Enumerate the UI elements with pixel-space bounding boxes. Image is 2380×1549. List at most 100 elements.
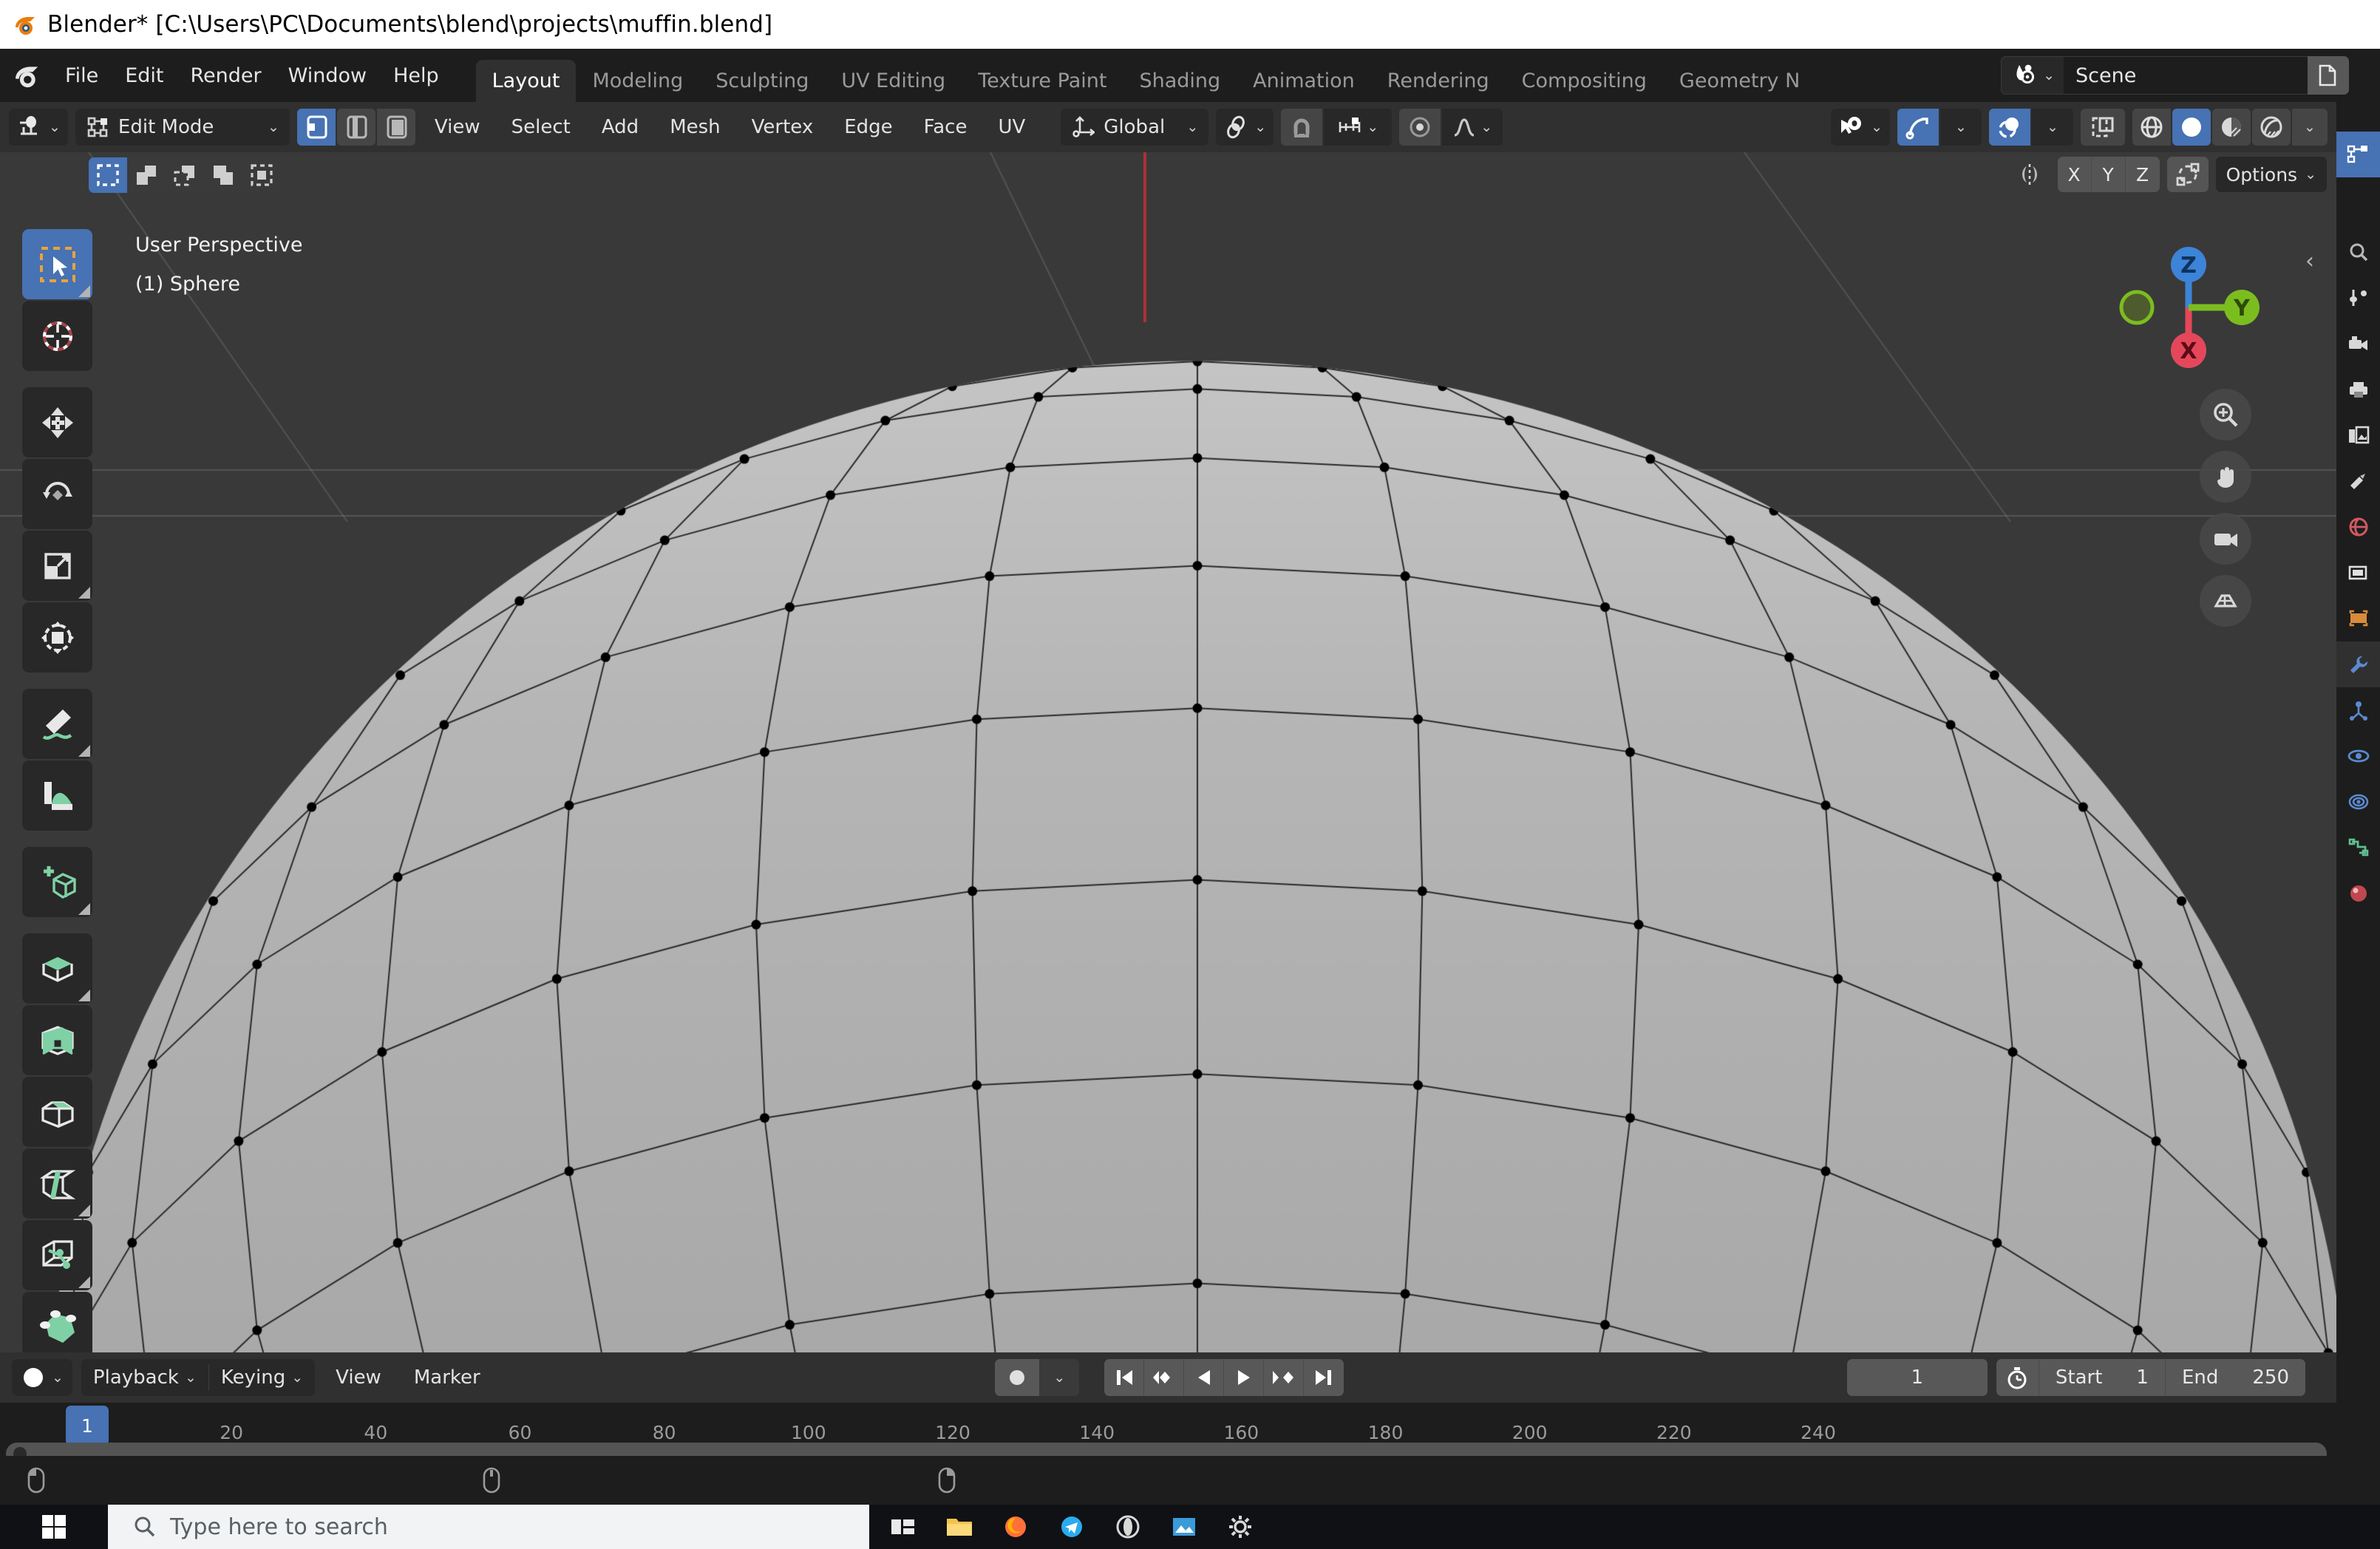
face-select-mode[interactable] (376, 109, 415, 146)
particles-tab[interactable] (2336, 687, 2380, 733)
shading-dropdown[interactable]: ⌄ (2292, 109, 2328, 146)
proportional-connected-icon[interactable] (2166, 157, 2209, 192)
menu-help[interactable]: Help (380, 56, 452, 95)
vp-menu-mesh[interactable]: Mesh (658, 116, 732, 138)
gizmo-dropdown[interactable]: ⌄ (1940, 109, 1982, 146)
zoom-view-icon[interactable] (2200, 389, 2251, 440)
move-tool[interactable] (22, 387, 92, 457)
solid-shading-button[interactable] (2172, 109, 2211, 146)
tab-uv-editing[interactable]: UV Editing (825, 60, 962, 102)
vp-menu-add[interactable]: Add (590, 116, 650, 138)
render-tab[interactable] (2336, 321, 2380, 367)
timeline-menu-playback[interactable]: Playback ⌄ (81, 1359, 208, 1396)
scale-tool[interactable] (22, 531, 92, 601)
jump-to-next-keyframe-button[interactable] (1264, 1359, 1305, 1396)
file-explorer-icon[interactable] (931, 1505, 987, 1549)
jump-to-start-button[interactable] (1104, 1359, 1145, 1396)
jump-to-prev-keyframe-button[interactable] (1144, 1359, 1185, 1396)
opera-icon[interactable] (1100, 1505, 1156, 1549)
bevel-tool[interactable] (22, 1077, 92, 1147)
overlays-dropdown[interactable]: ⌄ (2032, 109, 2073, 146)
scene-name-input[interactable]: Scene (2064, 56, 2308, 95)
select-intersect-mode[interactable] (242, 157, 281, 193)
data-tab[interactable] (2336, 825, 2380, 871)
mesh-render-canvas[interactable] (0, 152, 2336, 1352)
view-layer-tab[interactable] (2336, 412, 2380, 458)
sidebar-toggle-arrow[interactable]: ‹ (2305, 248, 2314, 274)
timeline-menu-marker[interactable]: Marker (402, 1359, 492, 1396)
menu-file[interactable]: File (52, 56, 112, 95)
loop-cut-tool[interactable] (22, 1148, 92, 1219)
outliner-tab[interactable] (2336, 132, 2380, 177)
options-dropdown[interactable]: Options ⌄ (2215, 157, 2327, 192)
current-frame-field[interactable]: 1 (1846, 1359, 1988, 1396)
camera-view-icon[interactable] (2200, 513, 2251, 565)
tab-texture-paint[interactable]: Texture Paint (962, 60, 1123, 102)
snap-target-dropdown[interactable]: ⌄ (1324, 109, 1393, 146)
poly-build-tool[interactable] (22, 1292, 92, 1352)
auto-keying-dropdown[interactable]: ⌄ (1039, 1359, 1080, 1396)
proportional-editing-toggle[interactable] (1399, 109, 1441, 146)
new-scene-icon[interactable] (2308, 56, 2349, 95)
mirror-axis-x[interactable]: X (2058, 157, 2092, 192)
search-properties[interactable] (2336, 229, 2380, 275)
scene-browse-button[interactable]: ⌄ (2001, 56, 2064, 95)
interaction-mode-dropdown[interactable]: Edit Mode ⌄ (75, 109, 290, 146)
edge-select-mode[interactable] (336, 109, 375, 146)
mirror-icon[interactable] (2009, 157, 2050, 192)
tab-sculpting[interactable]: Sculpting (699, 60, 825, 102)
editor-type-button[interactable]: ⌄ (9, 109, 68, 146)
menu-edit[interactable]: Edit (112, 56, 177, 95)
scene-tab[interactable] (2336, 458, 2380, 504)
timeline-menu-view[interactable]: View (324, 1359, 393, 1396)
tab-layout[interactable]: Layout (475, 60, 577, 102)
object-tab[interactable] (2336, 596, 2380, 641)
vertex-select-mode[interactable] (296, 109, 336, 146)
toggle-perspective-icon[interactable] (2200, 575, 2251, 627)
tab-modeling[interactable]: Modeling (576, 60, 699, 102)
tab-geometry-nodes[interactable]: Geometry N (1663, 60, 1816, 102)
measure-tool[interactable] (22, 760, 92, 831)
cursor-tool[interactable] (22, 301, 92, 371)
pivot-point-dropdown[interactable]: ⌄ (1216, 109, 1274, 146)
play-button[interactable] (1224, 1359, 1265, 1396)
knife-tool[interactable] (22, 1220, 92, 1290)
telegram-icon[interactable] (1044, 1505, 1100, 1549)
mirror-axis-z[interactable]: Z (2126, 157, 2160, 192)
rotate-tool[interactable] (22, 459, 92, 529)
wireframe-shading-button[interactable] (2132, 109, 2171, 146)
extrude-region-tool[interactable] (22, 933, 92, 1004)
material-preview-shading-button[interactable] (2212, 109, 2251, 146)
select-subtract-mode[interactable] (166, 157, 204, 193)
transform-orientation-dropdown[interactable]: Global ⌄ (1061, 109, 1209, 146)
inset-faces-tool[interactable] (22, 1005, 92, 1075)
windows-start-icon[interactable] (0, 1505, 108, 1549)
timeline-playhead[interactable]: 1 (66, 1406, 109, 1446)
proportional-falloff-dropdown[interactable]: ⌄ (1442, 109, 1503, 146)
modifier-tab[interactable] (2336, 641, 2380, 687)
navigation-gizmo[interactable]: Z X Y (2107, 226, 2270, 389)
timeline-editor-type-button[interactable]: ⌄ (12, 1359, 72, 1396)
object-visibility-dropdown[interactable]: ⌄ (1831, 109, 1890, 146)
photos-icon[interactable] (1156, 1505, 1212, 1549)
tab-shading[interactable]: Shading (1123, 60, 1237, 102)
blender-menu-icon[interactable] (0, 59, 52, 92)
tweak-select-box-tool[interactable] (22, 229, 92, 299)
tab-rendering[interactable]: Rendering (1371, 60, 1506, 102)
toggle-xray-button[interactable] (2081, 109, 2125, 146)
tool-tab[interactable] (2336, 275, 2380, 321)
show-gizmo-toggle[interactable] (1897, 109, 1939, 146)
vp-menu-view[interactable]: View (423, 116, 492, 138)
mirror-axis-y[interactable]: Y (2092, 157, 2126, 192)
world-tab[interactable] (2336, 504, 2380, 550)
snap-magnet-toggle[interactable] (1281, 109, 1323, 146)
output-tab[interactable] (2336, 367, 2380, 412)
physics-tab[interactable] (2336, 733, 2380, 779)
taskbar-search-input[interactable]: Type here to search (108, 1505, 869, 1549)
collection-tab[interactable] (2336, 550, 2380, 596)
pan-view-icon[interactable] (2200, 451, 2251, 503)
rendered-shading-button[interactable] (2252, 109, 2291, 146)
select-invert-mode[interactable] (204, 157, 242, 193)
select-set-mode[interactable] (89, 157, 127, 193)
task-view-icon[interactable] (875, 1505, 931, 1549)
